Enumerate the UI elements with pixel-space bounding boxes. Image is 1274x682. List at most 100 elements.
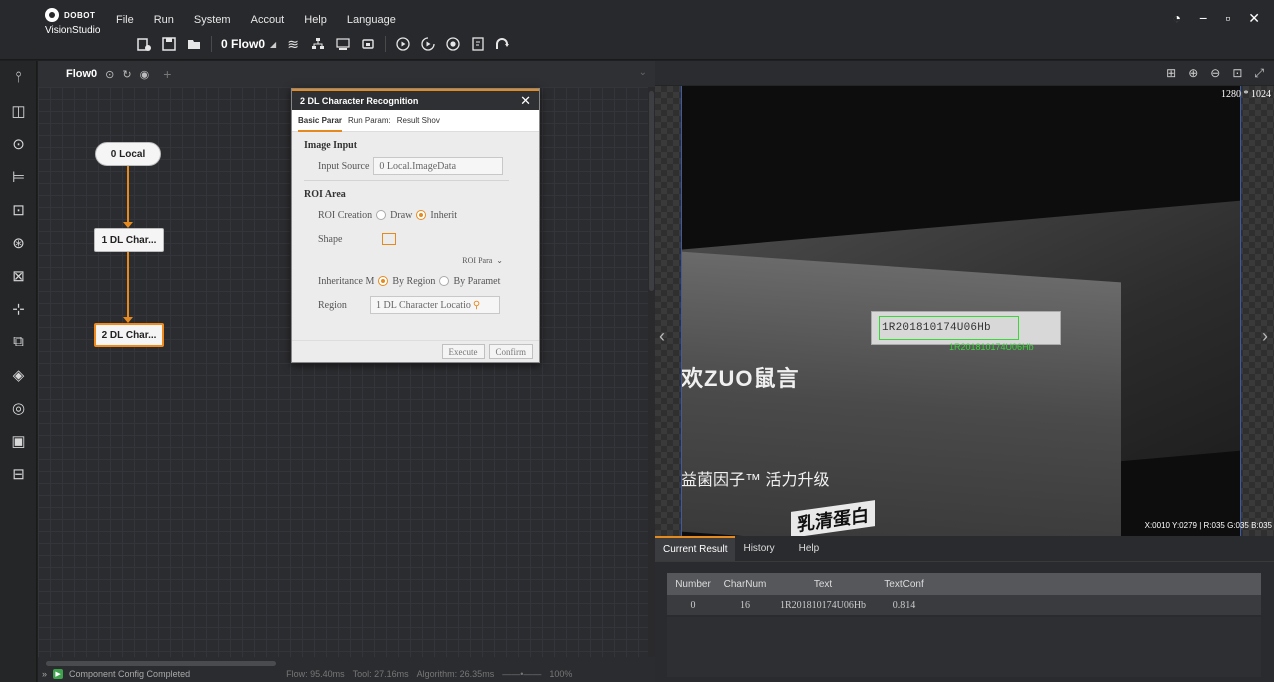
menu-run[interactable]: Run <box>154 14 174 26</box>
stop-icon[interactable] <box>445 36 461 52</box>
shape-label: Shape <box>318 233 343 245</box>
node-local[interactable]: 0 Local <box>95 142 161 166</box>
menu-language[interactable]: Language <box>347 14 396 26</box>
vertical-scrollbar[interactable] <box>648 87 655 657</box>
global-variable-icon[interactable]: ≋ <box>285 36 301 52</box>
table-header: Number CharNum Text TextConf <box>667 573 1261 595</box>
column-text[interactable]: Text <box>771 579 875 590</box>
visionstudio-window: DOBOT VisionStudio File Run System Accou… <box>0 0 1274 682</box>
image-boundary <box>1240 86 1241 536</box>
roi-param-toggle[interactable]: ROI Para <box>462 256 492 265</box>
by-param-radio[interactable] <box>439 276 450 286</box>
chevron-down-icon[interactable]: ⌄ <box>639 67 647 78</box>
image-view-panel: ⊞ ⊕ ⊖ ⊡ ⤢ 1R201810174U06Hb 1R201810174U0… <box>655 61 1274 536</box>
run-once-icon[interactable] <box>395 36 411 52</box>
undo-icon[interactable] <box>495 36 511 52</box>
status-indicator-icon[interactable]: ◔ <box>1173 10 1181 27</box>
communication-icon[interactable] <box>310 36 326 52</box>
add-flow-icon[interactable]: + <box>163 66 171 82</box>
close-icon[interactable]: ✕ <box>1248 10 1260 27</box>
column-textconf[interactable]: TextConf <box>875 579 933 590</box>
logic-icon[interactable]: ▣ <box>0 424 37 457</box>
ui-design-icon[interactable] <box>470 36 486 52</box>
tab-flow0[interactable]: Flow0 <box>66 68 97 80</box>
fit-icon[interactable]: ⊞ <box>1166 66 1176 81</box>
tab-result-show[interactable]: Result Shov <box>397 116 440 132</box>
save-icon[interactable] <box>161 36 177 52</box>
link-icon[interactable]: ⚲ <box>473 300 480 311</box>
expand-icon[interactable]: » <box>42 669 47 679</box>
region-value: 1 DL Character Locatio <box>376 299 471 311</box>
input-source-select[interactable]: 0 Local.ImageData <box>373 157 504 175</box>
zoom-out-icon[interactable]: ⊖ <box>1210 66 1220 81</box>
vision-master-icon[interactable] <box>335 36 351 52</box>
previous-image-icon[interactable]: ‹ <box>659 326 665 347</box>
menu-help[interactable]: Help <box>304 14 327 26</box>
tab-help[interactable]: Help <box>791 536 828 561</box>
align-icon[interactable]: ⊹ <box>0 292 37 325</box>
minimize-icon[interactable]: − <box>1199 10 1207 27</box>
menu-account[interactable]: Accout <box>251 14 285 26</box>
region-select[interactable]: 1 DL Character Locatio ⚲ <box>370 296 500 314</box>
tab-run-params[interactable]: Run Param: <box>348 116 391 132</box>
camera-icon[interactable]: ◫ <box>0 94 37 127</box>
color-icon[interactable]: ◈ <box>0 358 37 391</box>
menu-file[interactable]: File <box>116 14 134 26</box>
roi-param-row: ROI Para ⌄ <box>292 251 539 269</box>
results-panel: Current Result History Help Number CharN… <box>655 536 1274 682</box>
tab-current-result[interactable]: Current Result <box>655 536 736 561</box>
new-solution-icon[interactable] <box>136 36 152 52</box>
run-once-icon[interactable]: ⊙ <box>105 68 114 81</box>
rectangle-shape-icon[interactable] <box>382 233 397 245</box>
flow-selector-caret-icon[interactable]: ◢ <box>270 40 276 49</box>
status-bar: » ▶ Component Config Completed Flow: 95.… <box>38 666 655 682</box>
image-toolbar: ⊞ ⊕ ⊖ ⊡ ⤢ <box>655 61 1274 85</box>
close-icon[interactable]: ✕ <box>520 93 531 109</box>
open-folder-icon[interactable] <box>186 36 202 52</box>
calibrate-icon[interactable]: ⊛ <box>0 226 37 259</box>
node-dl-char-1[interactable]: 1 DL Char... <box>94 228 164 252</box>
execute-button[interactable]: Execute <box>441 344 485 359</box>
image-tools: ⊞ ⊕ ⊖ ⊡ ⤢ <box>1166 66 1264 81</box>
zoom-slider[interactable]: ——•—— <box>502 669 541 679</box>
tool-time: Tool: 27.16ms <box>352 669 409 679</box>
measure-icon[interactable]: ⊨ <box>0 160 37 193</box>
compare-icon[interactable]: ⊠ <box>0 259 37 292</box>
camera-manager-icon[interactable] <box>360 36 376 52</box>
roi-inherit-radio[interactable] <box>416 210 427 220</box>
dialog-header: 2 DL Character Recognition ✕ <box>292 89 539 110</box>
stop-icon[interactable]: ◉ <box>140 68 150 81</box>
flow-selector[interactable]: 0 Flow0 <box>221 37 265 51</box>
run-loop-icon[interactable] <box>420 36 436 52</box>
roi-rectangle[interactable] <box>879 316 1019 340</box>
node-dl-char-2[interactable]: 2 DL Char... <box>94 323 164 347</box>
menu-system[interactable]: System <box>194 14 231 26</box>
defect-icon[interactable]: ◎ <box>0 391 37 424</box>
image-canvas[interactable]: 1R201810174U06Hb 1R201810174U06Hb 欢ZUO鼠言… <box>655 86 1274 536</box>
communication-icon[interactable]: ⊟ <box>0 457 37 490</box>
chevron-down-icon[interactable]: ⌄ <box>496 256 503 265</box>
zoom-in-icon[interactable]: ⊕ <box>1188 66 1198 81</box>
roi-draw-radio[interactable] <box>376 210 387 220</box>
image-process-icon[interactable]: ⧉ <box>0 325 37 358</box>
confirm-button[interactable]: Confirm <box>488 344 533 359</box>
tab-history[interactable]: History <box>735 536 782 561</box>
restore-icon[interactable]: ▫ <box>1225 10 1230 27</box>
recognize-icon[interactable]: ⊡ <box>0 193 37 226</box>
tab-basic-params[interactable]: Basic Parar <box>298 116 343 132</box>
column-number[interactable]: Number <box>667 579 719 590</box>
fullscreen-icon[interactable]: ⤢ <box>1254 66 1264 81</box>
by-region-radio[interactable] <box>378 276 389 286</box>
next-image-icon[interactable]: › <box>1262 326 1268 347</box>
window-controls: ◔ − ▫ ✕ <box>1173 10 1260 27</box>
scrollbar-thumb[interactable] <box>649 91 654 291</box>
actual-size-icon[interactable]: ⊡ <box>1232 66 1242 81</box>
app-name: VisionStudio <box>45 25 101 36</box>
tool-sidebar: ⫯ ◫ ⊙ ⊨ ⊡ ⊛ ⊠ ⊹ ⧉ ◈ ◎ ▣ ⊟ <box>0 61 37 682</box>
column-charnum[interactable]: CharNum <box>719 579 771 590</box>
run-loop-icon[interactable]: ↻ <box>122 68 131 81</box>
image-source-icon[interactable]: ⫯ <box>0 61 37 94</box>
locate-icon[interactable]: ⊙ <box>0 127 37 160</box>
image-input-section: Image Input <box>304 140 358 151</box>
table-row[interactable]: 0 16 1R201810174U06Hb 0.814 <box>667 595 1261 615</box>
